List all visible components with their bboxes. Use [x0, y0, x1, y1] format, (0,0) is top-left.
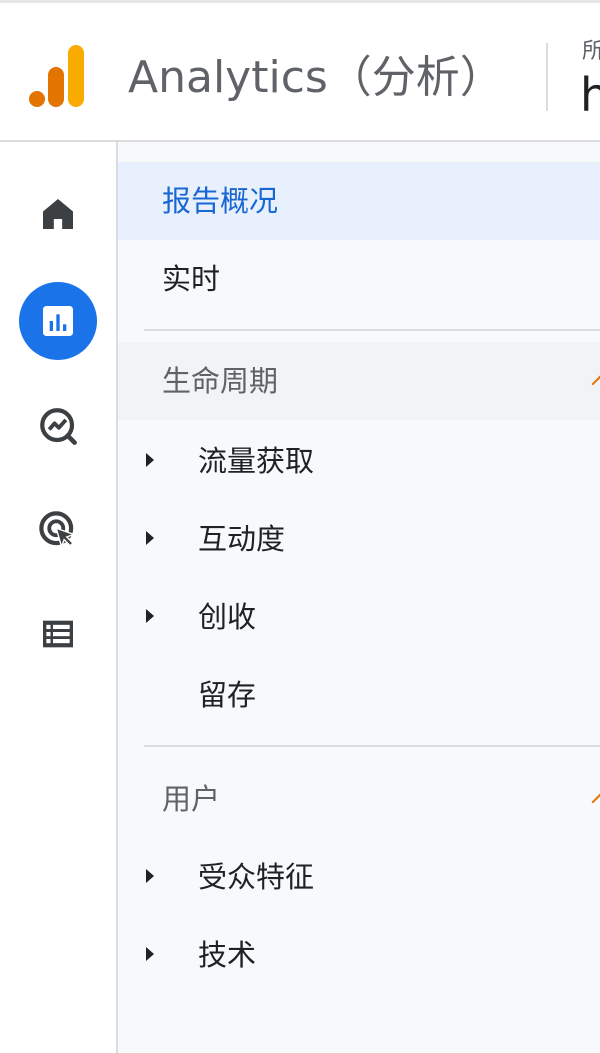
expand-arrow-icon: [146, 609, 154, 623]
nav-section-user[interactable]: 用户: [118, 760, 600, 838]
chevron-up-icon: [591, 793, 600, 811]
advertising-icon: [39, 511, 76, 549]
navigation-rail: [0, 142, 118, 1053]
nav-item-demographics[interactable]: 受众特征: [118, 838, 600, 916]
rail-configure-button[interactable]: [19, 595, 97, 673]
nav-item-engagement[interactable]: 互动度: [118, 500, 600, 578]
nav-item-monetization[interactable]: 创收: [118, 578, 600, 656]
reports-icon: [43, 306, 73, 336]
nav-section-label: 生命周期: [162, 364, 279, 398]
home-icon: [43, 199, 73, 229]
explore-icon: [40, 408, 77, 445]
nav-section-label: 用户: [162, 782, 221, 816]
expand-arrow-icon: [146, 531, 154, 545]
rail-advertising-button[interactable]: [19, 491, 97, 569]
nav-item-label: 流量获取: [198, 444, 315, 478]
nav-item-label: 留存: [198, 678, 257, 712]
nav-item-acquisition[interactable]: 流量获取: [118, 422, 600, 500]
top-app-bar: Analytics（分析） 所 h: [0, 0, 600, 142]
nav-item-tech[interactable]: 技术: [118, 916, 600, 994]
rail-reports-button[interactable]: [19, 282, 97, 360]
nav-item-reports-overview[interactable]: 报告概况: [118, 162, 600, 240]
rail-explore-button[interactable]: [19, 387, 97, 465]
account-label: 所: [582, 39, 600, 64]
rail-home-button[interactable]: [19, 175, 97, 253]
analytics-logo-icon[interactable]: [28, 43, 88, 109]
nav-divider: [144, 329, 600, 331]
nav-item-label: 技术: [198, 938, 257, 972]
reports-nav-drawer: 报告概况 实时 生命周期 流量获取 互动度 创收 留存 用户 受众特征 技术: [118, 142, 600, 1053]
analytics-app: Analytics（分析） 所 h 报告概况 实时 生命周期 流量获取 互动度 …: [0, 0, 600, 1053]
expand-arrow-icon: [146, 869, 154, 883]
nav-divider: [144, 745, 600, 747]
header-divider: [546, 43, 548, 111]
nav-item-label: 受众特征: [198, 860, 315, 894]
app-title: Analytics（分析）: [128, 52, 504, 103]
configure-icon: [43, 620, 73, 648]
account-picker[interactable]: h: [580, 69, 600, 121]
nav-section-lifecycle[interactable]: 生命周期: [118, 342, 600, 420]
nav-item-realtime[interactable]: 实时: [118, 240, 600, 318]
chevron-up-icon: [591, 375, 600, 393]
nav-item-label: 创收: [198, 600, 257, 634]
nav-item-label: 互动度: [198, 522, 286, 556]
expand-arrow-icon: [146, 947, 154, 961]
nav-item-retention[interactable]: 留存: [118, 656, 600, 734]
expand-arrow-icon: [146, 453, 154, 467]
